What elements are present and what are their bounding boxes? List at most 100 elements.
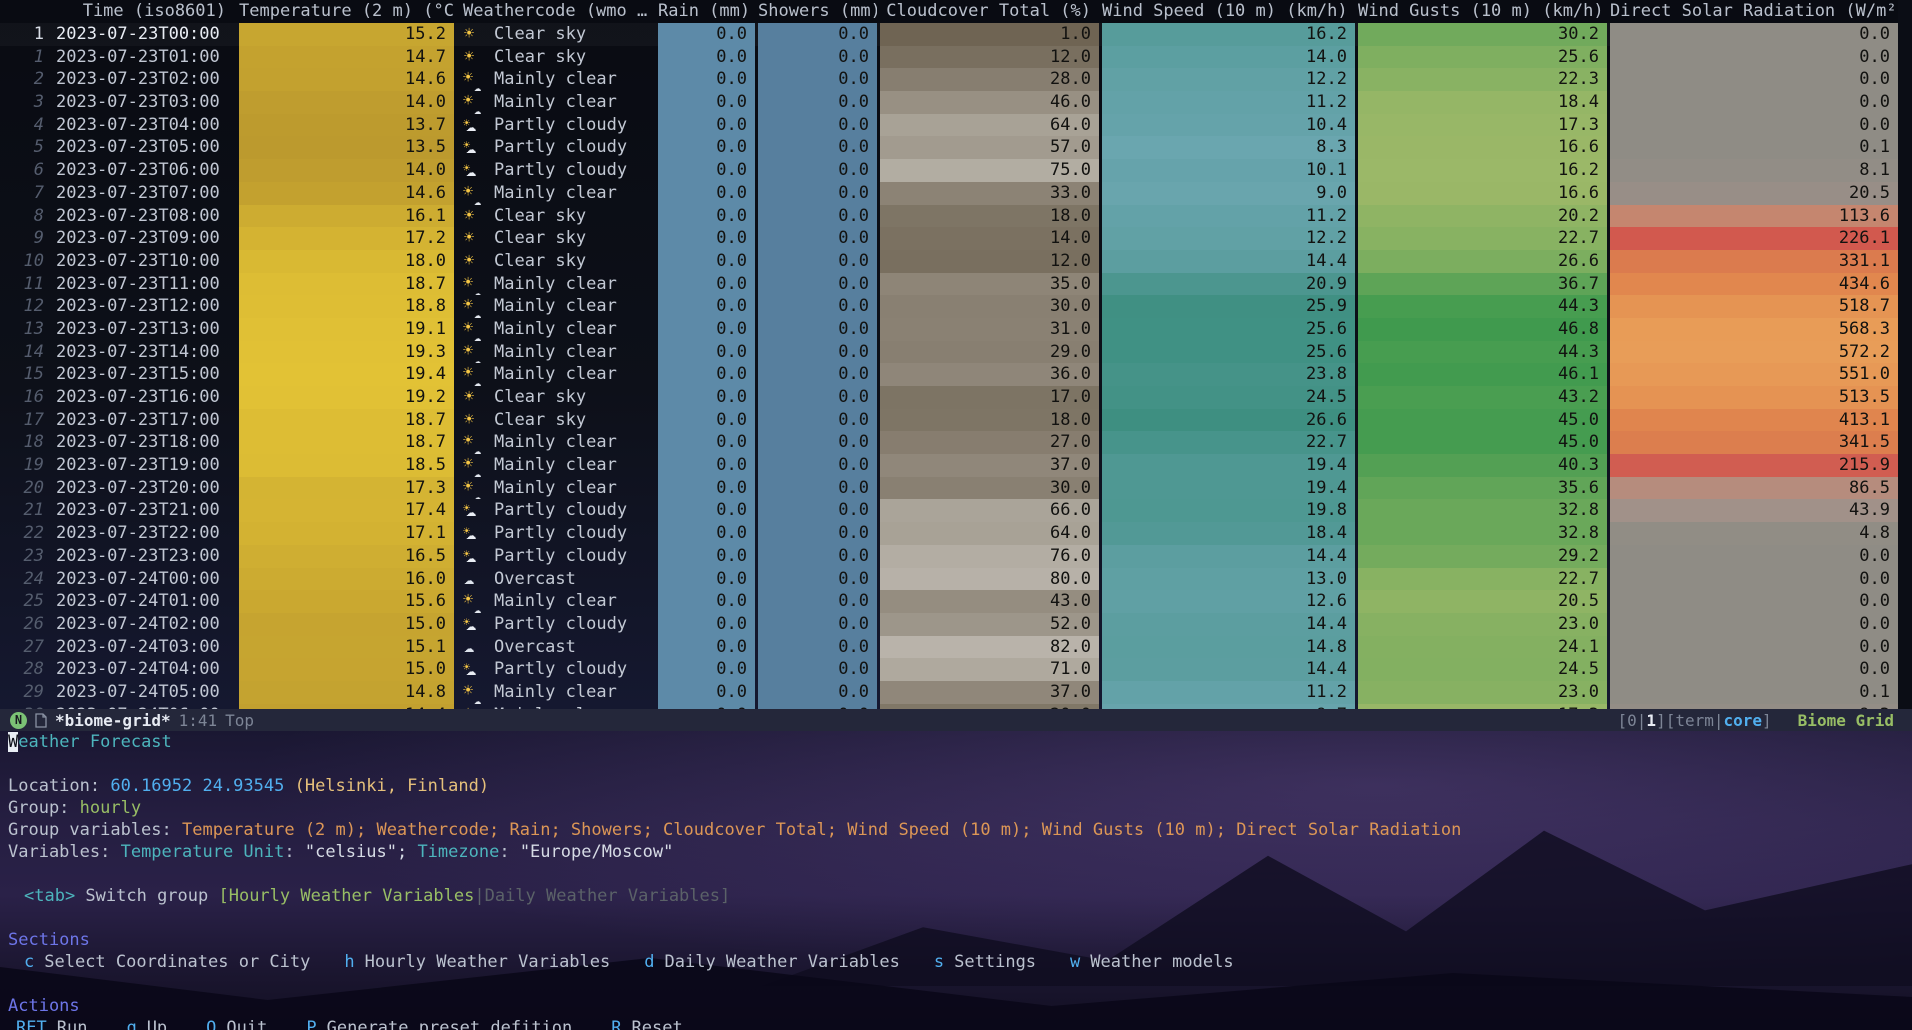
- cell-temperature: 17.4: [239, 499, 454, 522]
- cell-wind-speed: 23.8: [1102, 363, 1355, 386]
- cell-temperature: 13.5: [239, 136, 454, 159]
- variable-value[interactable]: "Europe/Moscow": [520, 842, 674, 862]
- cell-weathercode: ☀☁Mainly clear: [459, 431, 655, 454]
- section-daily-variables[interactable]: dDaily Weather Variables: [644, 951, 900, 973]
- cell-time: 2023-07-23T12:00: [56, 295, 234, 318]
- line-number: 9: [0, 227, 56, 250]
- action-run[interactable]: RETRun: [16, 1017, 87, 1030]
- cell-rain: 0.0: [658, 545, 755, 568]
- cell-cloudcover: 76.0: [880, 545, 1099, 568]
- variable-value[interactable]: "celsius";: [305, 842, 418, 862]
- tab-current[interactable]: core: [1724, 711, 1763, 730]
- cell-showers: 0.0: [758, 91, 877, 114]
- variable-name[interactable]: Temperature Unit: [121, 842, 285, 862]
- group-variables-value[interactable]: Temperature (2 m); Weathercode; Rain; Sh…: [182, 820, 1461, 840]
- weather-label: Mainly clear: [494, 91, 617, 114]
- cell-rain: 0.0: [658, 341, 755, 364]
- clear-sky-icon: ☀: [463, 23, 487, 45]
- table-row[interactable]: 72023-07-23T07:0014.6☀☁Mainly clear0.00.…: [0, 182, 1912, 205]
- tab-group-inactive[interactable]: |Daily Weather Variables]: [474, 886, 730, 906]
- table-row[interactable]: 132023-07-23T13:0019.1☀☁Mainly clear0.00…: [0, 318, 1912, 341]
- variable-name[interactable]: Timezone: [417, 842, 499, 862]
- group-value[interactable]: hourly: [80, 798, 141, 818]
- table-row[interactable]: 292023-07-24T05:0014.8☀☁Mainly clear0.00…: [0, 681, 1912, 704]
- table-row[interactable]: 12023-07-23T01:0014.7☀Clear sky0.00.012.…: [0, 46, 1912, 69]
- mainly-clear-icon: ☀☁: [463, 590, 487, 612]
- weather-label: Mainly clear: [494, 295, 617, 318]
- action-generate-preset[interactable]: PGenerate preset defition: [306, 1017, 572, 1030]
- line-number: 7: [0, 182, 56, 205]
- workspace-indicator[interactable]: [0|: [1618, 711, 1647, 730]
- table-row[interactable]: 22023-07-23T02:0014.6☀☁Mainly clear0.00.…: [0, 68, 1912, 91]
- partly-cloudy-icon: ☀☁: [463, 136, 487, 158]
- section-hourly-variables[interactable]: hHourly Weather Variables: [344, 951, 610, 973]
- table-row[interactable]: 162023-07-23T16:0019.2☀Clear sky0.00.017…: [0, 386, 1912, 409]
- table-row[interactable]: 192023-07-23T19:0018.5☀☁Mainly clear0.00…: [0, 454, 1912, 477]
- table-row[interactable]: 82023-07-23T08:0016.1☀Clear sky0.00.018.…: [0, 205, 1912, 228]
- table-row[interactable]: 272023-07-24T03:0015.1☁Overcast0.00.082.…: [0, 636, 1912, 659]
- group-variables-label: Group variables:: [8, 820, 182, 840]
- cell-wind-speed: 18.4: [1102, 522, 1355, 545]
- cell-time: 2023-07-23T06:00: [56, 159, 234, 182]
- weather-label: Clear sky: [494, 386, 586, 409]
- table-row[interactable]: 52023-07-23T05:0013.5☀☁Partly cloudy0.00…: [0, 136, 1912, 159]
- cell-time: 2023-07-23T23:00: [56, 545, 234, 568]
- cell-solar-radiation: 8.1: [1610, 159, 1898, 182]
- table-row[interactable]: 242023-07-24T00:0016.0☁Overcast0.00.080.…: [0, 568, 1912, 591]
- cell-solar-radiation: 0.0: [1610, 23, 1898, 46]
- cell-temperature: 19.4: [239, 363, 454, 386]
- tab-group-active[interactable]: [Hourly Weather Variables: [218, 886, 474, 906]
- location-coordinates[interactable]: 60.16952 24.93545: [110, 776, 284, 796]
- cell-weathercode: ☀☁Mainly clear: [459, 91, 655, 114]
- table-row[interactable]: 252023-07-24T01:0015.6☀☁Mainly clear0.00…: [0, 590, 1912, 613]
- action-quit[interactable]: QQuit: [206, 1017, 267, 1030]
- scrollbar[interactable]: [1898, 0, 1912, 709]
- table-row[interactable]: 12023-07-23T00:0015.2☀Clear sky0.00.01.0…: [0, 23, 1912, 46]
- table-row[interactable]: 232023-07-23T23:0016.5☀☁Partly cloudy0.0…: [0, 545, 1912, 568]
- buffer-name[interactable]: *biome-grid*: [55, 711, 171, 730]
- table-row[interactable]: 172023-07-23T17:0018.7☀Clear sky0.00.018…: [0, 409, 1912, 432]
- cell-time: 2023-07-23T18:00: [56, 431, 234, 454]
- major-mode-name[interactable]: Biome Grid: [1798, 711, 1894, 730]
- header-cloudcover: Cloudcover Total (%): [880, 0, 1099, 23]
- table-row[interactable]: 92023-07-23T09:0017.2☀Clear sky0.00.014.…: [0, 227, 1912, 250]
- table-row[interactable]: 112023-07-23T11:0018.7☀☁Mainly clear0.00…: [0, 273, 1912, 296]
- action-reset[interactable]: RReset: [611, 1017, 682, 1030]
- table-row[interactable]: 282023-07-24T04:0015.0☀☁Partly cloudy0.0…: [0, 658, 1912, 681]
- table-row[interactable]: 212023-07-23T21:0017.4☀☁Partly cloudy0.0…: [0, 499, 1912, 522]
- section-coordinates[interactable]: cSelect Coordinates or City: [24, 951, 310, 973]
- cell-wind-speed: 25.9: [1102, 295, 1355, 318]
- cell-rain: 0.0: [658, 568, 755, 591]
- cell-wind-gusts: 45.0: [1358, 431, 1607, 454]
- action-up[interactable]: qUp: [126, 1017, 167, 1030]
- workspace-current[interactable]: 1: [1646, 711, 1656, 730]
- partly-cloudy-icon: ☀☁: [463, 658, 487, 680]
- table-row[interactable]: 102023-07-23T10:0018.0☀Clear sky0.00.012…: [0, 250, 1912, 273]
- modeline: N *biome-grid* 1:41 Top [0|1][term|core]…: [0, 709, 1912, 731]
- cell-wind-gusts: 24.5: [1358, 658, 1607, 681]
- table-row[interactable]: 182023-07-23T18:0018.7☀☁Mainly clear0.00…: [0, 431, 1912, 454]
- tab-indicator[interactable]: [term|: [1666, 711, 1724, 730]
- table-row[interactable]: 152023-07-23T15:0019.4☀☁Mainly clear0.00…: [0, 363, 1912, 386]
- table-row[interactable]: 142023-07-23T14:0019.3☀☁Mainly clear0.00…: [0, 341, 1912, 364]
- cell-temperature: 16.5: [239, 545, 454, 568]
- table-row[interactable]: 262023-07-24T02:0015.0☀☁Partly cloudy0.0…: [0, 613, 1912, 636]
- table-row[interactable]: 222023-07-23T22:0017.1☀☁Partly cloudy0.0…: [0, 522, 1912, 545]
- clear-sky-icon: ☀: [463, 46, 487, 68]
- tab-key-hint[interactable]: <tab>: [24, 886, 75, 906]
- section-settings[interactable]: sSettings: [934, 951, 1036, 973]
- table-row[interactable]: 202023-07-23T20:0017.3☀☁Mainly clear0.00…: [0, 477, 1912, 500]
- cell-time: 2023-07-24T04:00: [56, 658, 234, 681]
- partly-cloudy-icon: ☀☁: [463, 545, 487, 567]
- cell-temperature: 14.7: [239, 46, 454, 69]
- cell-cloudcover: 37.0: [880, 681, 1099, 704]
- table-row[interactable]: 62023-07-23T06:0014.0☀☁Partly cloudy0.00…: [0, 159, 1912, 182]
- table-row[interactable]: 122023-07-23T12:0018.8☀☁Mainly clear0.00…: [0, 295, 1912, 318]
- table-row[interactable]: 42023-07-23T04:0013.7☀☁Partly cloudy0.00…: [0, 114, 1912, 137]
- line-number: 23: [0, 545, 56, 568]
- cell-wind-speed: 12.2: [1102, 227, 1355, 250]
- cell-weathercode: ☀Clear sky: [459, 46, 655, 69]
- cell-cloudcover: 75.0: [880, 159, 1099, 182]
- section-weather-models[interactable]: wWeather models: [1070, 951, 1234, 973]
- table-row[interactable]: 32023-07-23T03:0014.0☀☁Mainly clear0.00.…: [0, 91, 1912, 114]
